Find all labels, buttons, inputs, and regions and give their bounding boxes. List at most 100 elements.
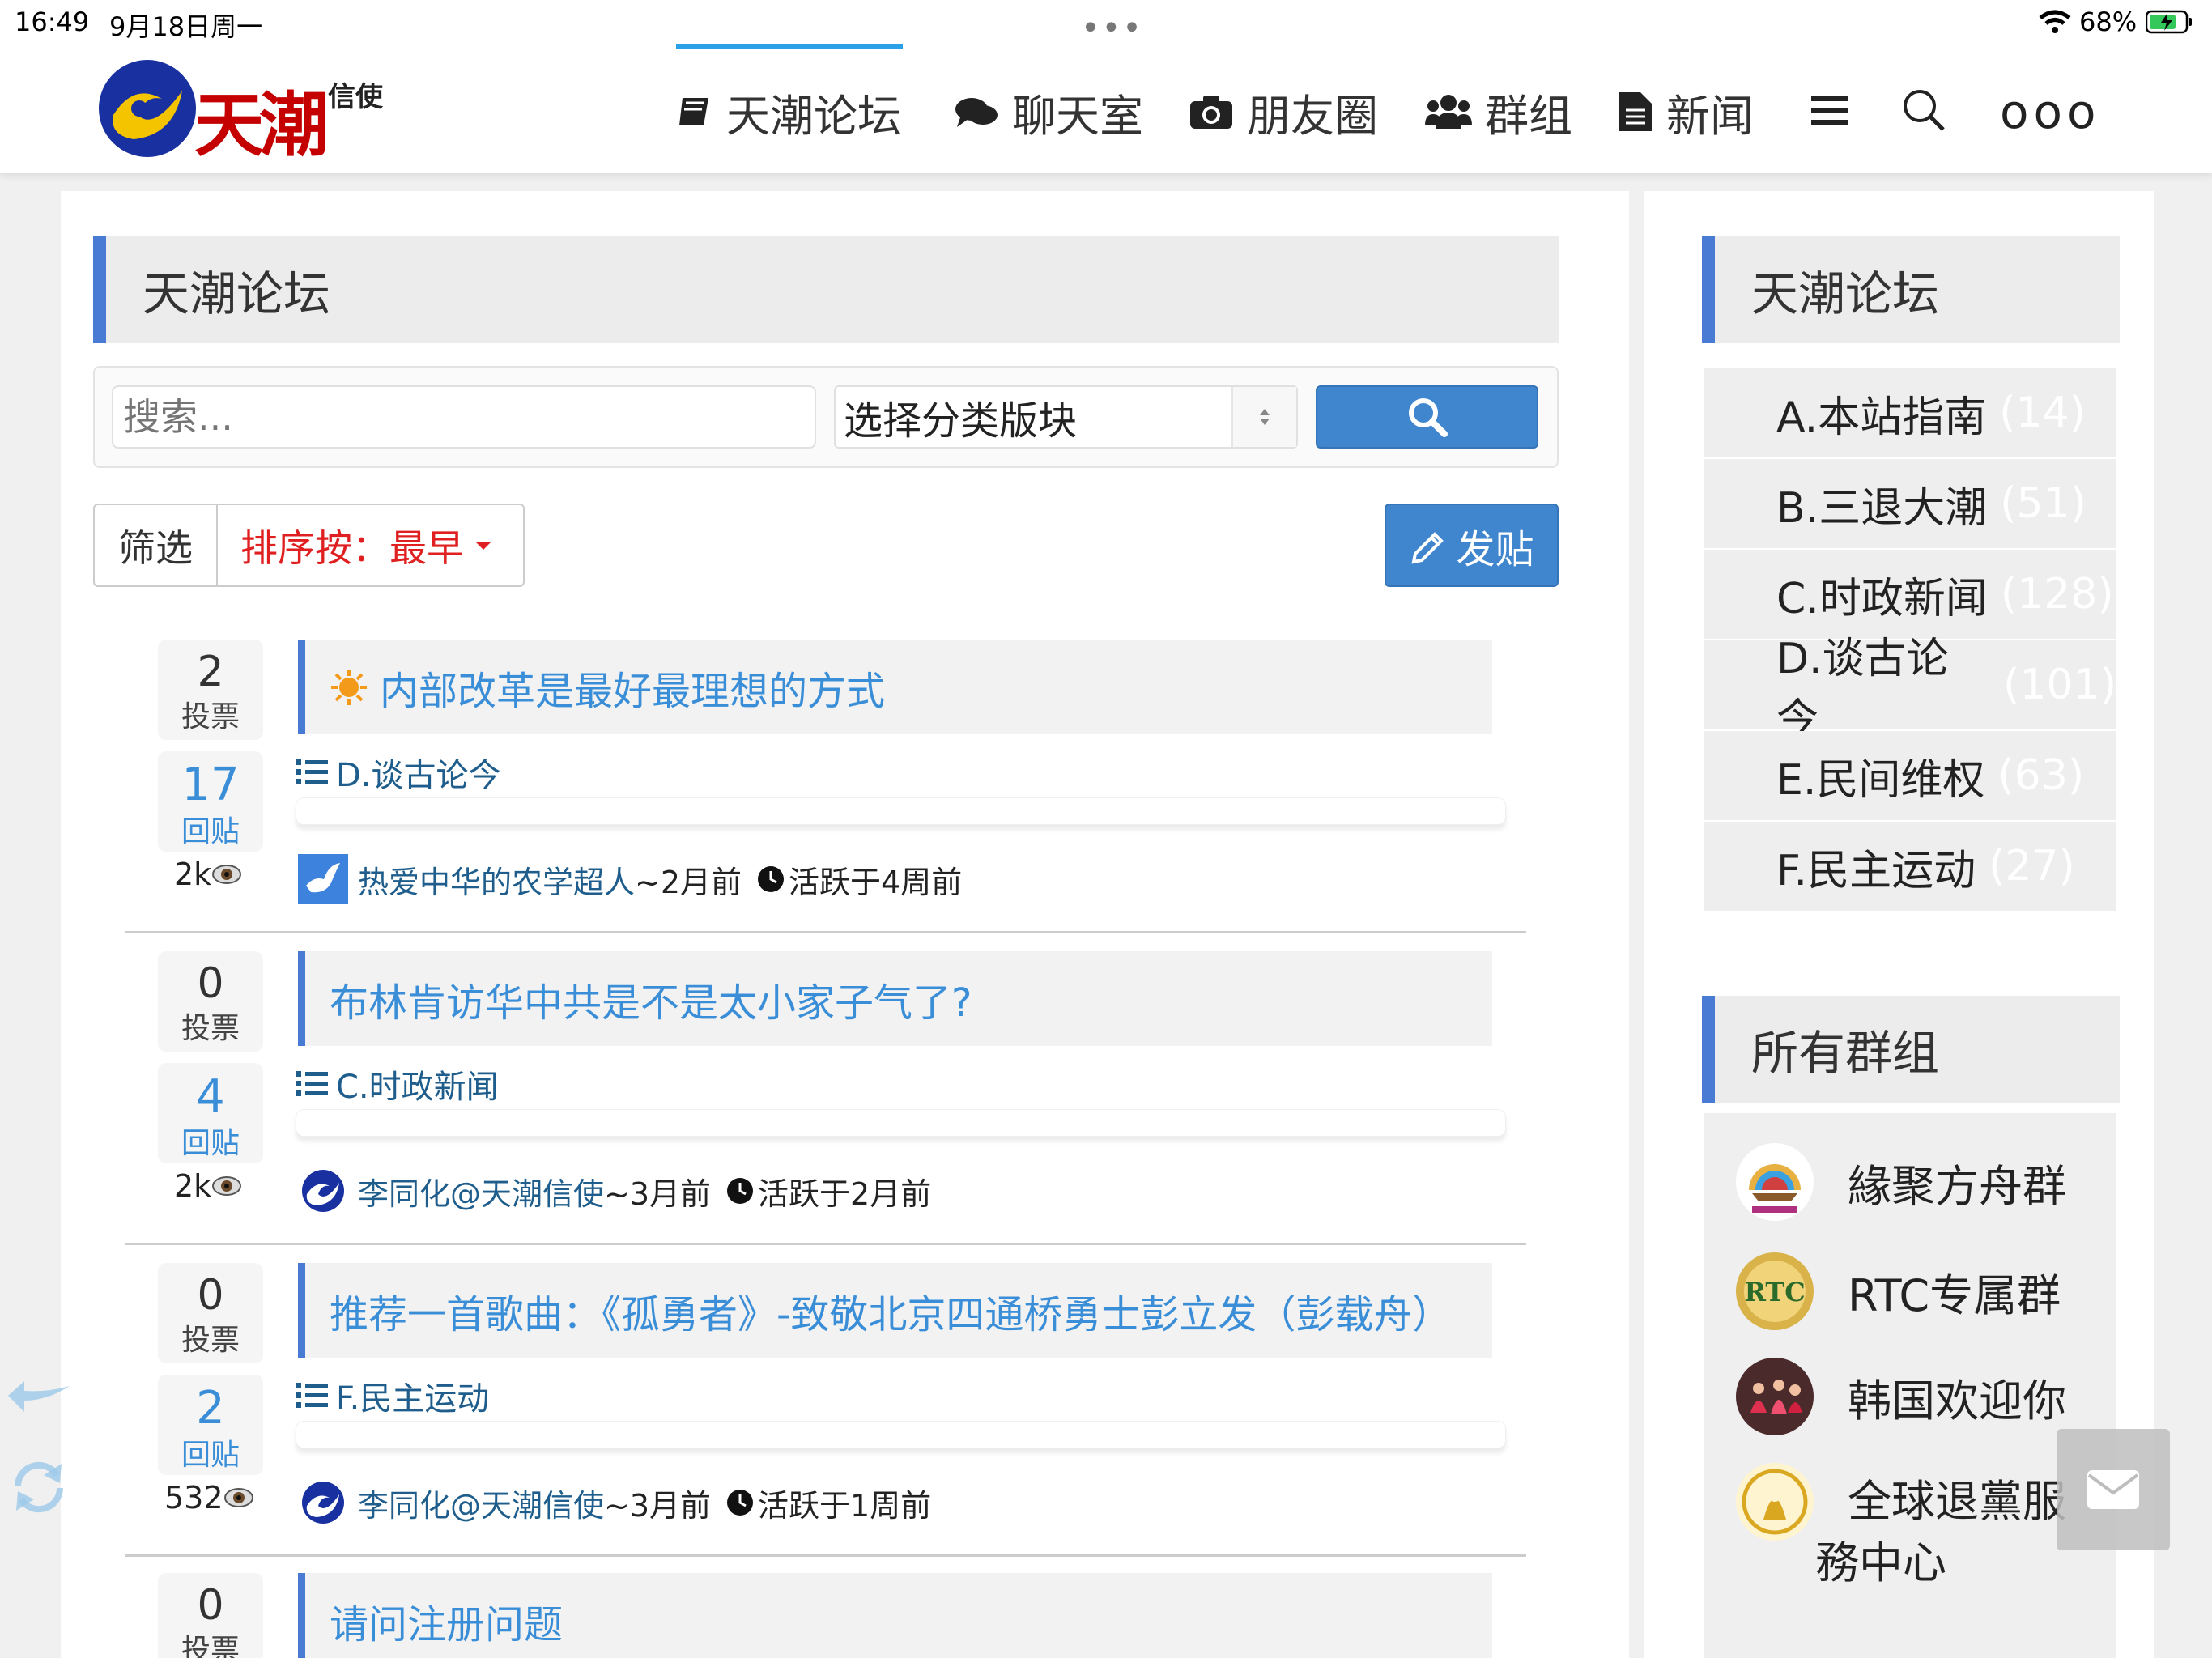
pencil-icon	[1411, 531, 1444, 564]
topic-author[interactable]: 李同化@天潮信使	[358, 1481, 604, 1525]
sidebar-forum-title: 天潮论坛	[1702, 236, 2120, 343]
topic-author[interactable]: 李同化@天潮信使	[358, 1169, 604, 1214]
nav-chat[interactable]: 聊天室	[954, 79, 1143, 144]
sidebar-category-count: (63)	[1997, 751, 2085, 800]
reply-count: 4	[196, 1070, 225, 1123]
view-count: 2k	[174, 857, 242, 892]
list-icon	[296, 759, 328, 784]
search-input[interactable]	[112, 385, 816, 449]
topic-meta: 李同化@天潮信使 ~3月前 活跃于2月前	[298, 1166, 931, 1216]
reply-box: 4 回贴	[158, 1063, 263, 1163]
back-arrow-icon[interactable]	[6, 1376, 71, 1417]
vote-label: 投票	[181, 1324, 240, 1357]
group-name-line1: 全球退黨服	[1848, 1476, 2066, 1527]
topic-category-link[interactable]: F.民主运动	[296, 1372, 489, 1419]
nav-forum[interactable]: 天潮论坛	[676, 79, 901, 144]
sidebar-category-name: E.民间维权	[1776, 755, 1985, 805]
topic-excerpt	[296, 1421, 1506, 1448]
topic-category: C.时政新闻	[336, 1069, 499, 1106]
list-icon	[296, 1383, 328, 1408]
menu-button[interactable]	[1811, 94, 1848, 131]
filter-button[interactable]: 筛选	[95, 505, 218, 585]
sidebar-forum-title-text: 天潮论坛	[1751, 266, 1940, 321]
site-logo[interactable]: 天潮 信使	[97, 58, 421, 166]
multitask-dots[interactable]: •••	[1081, 10, 1143, 47]
group-avatar	[1736, 1463, 1814, 1541]
topic-title-link[interactable]: 推荐一首歌曲：《孤勇者》-致敬北京四通桥勇士彭立发（彭载舟）	[298, 1263, 1492, 1358]
vote-box: 2 投票	[158, 640, 263, 740]
reply-label: 回贴	[181, 815, 240, 848]
group-avatar	[1736, 1358, 1814, 1435]
group-item[interactable]: 全球退黨服 務中心	[1704, 1453, 2116, 1631]
topic-row: 0 投票 请问注册问题	[125, 1573, 1526, 1658]
vote-label: 投票	[181, 1634, 240, 1658]
clock-icon	[727, 1178, 754, 1204]
group-item[interactable]: RTC RTC专属群	[1704, 1243, 2116, 1340]
nav-moments[interactable]: 朋友圈	[1189, 79, 1378, 144]
sidebar-category-item[interactable]: F.民主运动 (27)	[1704, 822, 2116, 911]
topic-active-time: 活跃于2月前	[758, 1175, 932, 1212]
sidebar-category-item[interactable]: E.民间维权 (63)	[1704, 731, 2116, 820]
new-post-label: 发贴	[1456, 526, 1534, 572]
nav-groups[interactable]: 群组	[1425, 79, 1572, 144]
topic-category-link[interactable]: C.时政新闻	[296, 1061, 499, 1107]
book-icon	[679, 98, 708, 125]
category-select[interactable]: 选择分类版块	[834, 385, 1298, 449]
status-date: 9月18日周一	[109, 11, 263, 42]
clock-icon	[758, 866, 785, 892]
sort-dropdown[interactable]: 排序按：最早	[218, 505, 523, 585]
sidebar-category-name: A.本站指南	[1776, 393, 1987, 442]
avatar[interactable]	[298, 1477, 348, 1528]
category-select-value: 选择分类版块	[844, 398, 1078, 444]
message-float-button[interactable]	[2057, 1429, 2170, 1550]
topic-category-link[interactable]: D.谈古论今	[296, 749, 501, 796]
sidebar-category-item[interactable]: A.本站指南 (14)	[1704, 368, 2116, 457]
sidebar-category-count: (27)	[1989, 842, 2075, 891]
topic-meta: 李同化@天潮信使 ~3月前 活跃于1周前	[298, 1477, 931, 1528]
new-post-button[interactable]: 发贴	[1385, 504, 1559, 587]
topic-title: 请问注册问题	[330, 1601, 564, 1647]
refresh-icon[interactable]	[6, 1457, 71, 1516]
site-logo-avatar-icon	[302, 1170, 344, 1212]
view-count-value: 2k	[174, 1168, 212, 1204]
vote-box: 0 投票	[158, 1573, 263, 1658]
topic-title-link[interactable]: 请问注册问题	[298, 1573, 1492, 1658]
search-button[interactable]	[1901, 87, 1946, 136]
row-divider	[125, 1554, 1526, 1557]
topic-title-link[interactable]: 内部改革是最好最理想的方式	[298, 640, 1492, 734]
topic-posted-time: ~3月前	[604, 1487, 712, 1524]
search-submit-button[interactable]	[1316, 385, 1538, 449]
topic-active-time: 活跃于4周前	[789, 864, 963, 900]
topic-author[interactable]: 热爱中华的农学超人	[358, 857, 635, 902]
group-name: 緣聚方舟群	[1848, 1160, 2066, 1212]
sidebar-category-item[interactable]: D.谈古论今 (101)	[1704, 635, 2116, 744]
group-item[interactable]: 緣聚方舟群	[1704, 1133, 2116, 1231]
avatar[interactable]	[298, 1166, 348, 1216]
status-time: 16:49	[15, 6, 90, 37]
sidebar-groups-title-text: 所有群组	[1751, 1026, 1940, 1081]
avatar[interactable]	[298, 854, 348, 904]
sidebar-category-item[interactable]: B.三退大潮 (51)	[1704, 459, 2116, 548]
more-button[interactable]: ooo	[2000, 84, 2100, 139]
comments-icon	[955, 98, 998, 127]
view-count-value: 2k	[174, 857, 212, 892]
sort-label: 排序按：最早	[240, 525, 464, 570]
sidebar-category-count: (101)	[2003, 661, 2116, 709]
topic-title: 内部改革是最好最理想的方式	[380, 668, 886, 714]
reply-count: 17	[181, 759, 240, 811]
select-arrows-icon	[1231, 387, 1296, 447]
vote-count: 0	[197, 959, 224, 1008]
group-item[interactable]: 韩国欢迎你	[1704, 1348, 2116, 1445]
reply-box: 17 回贴	[158, 751, 263, 852]
svg-text:RTC: RTC	[1744, 1277, 1805, 1307]
nav-forum-label: 天潮论坛	[726, 90, 901, 142]
camera-icon	[1190, 96, 1232, 129]
topic-title-link[interactable]: 布林肯访华中共是不是太小家子气了?	[298, 951, 1492, 1046]
vote-label: 投票	[181, 1012, 240, 1045]
topic-posted-time: ~2月前	[635, 864, 742, 900]
sun-icon	[331, 669, 367, 705]
group-name-line2: 務中心	[1815, 1537, 1946, 1589]
topic-row: 2 投票 17 回贴 2k 内部改革是最好最理想的方式 D.谈古论今 热爱中华的…	[125, 640, 1526, 931]
nav-news[interactable]: 新闻	[1618, 79, 1754, 144]
row-divider	[125, 931, 1526, 933]
